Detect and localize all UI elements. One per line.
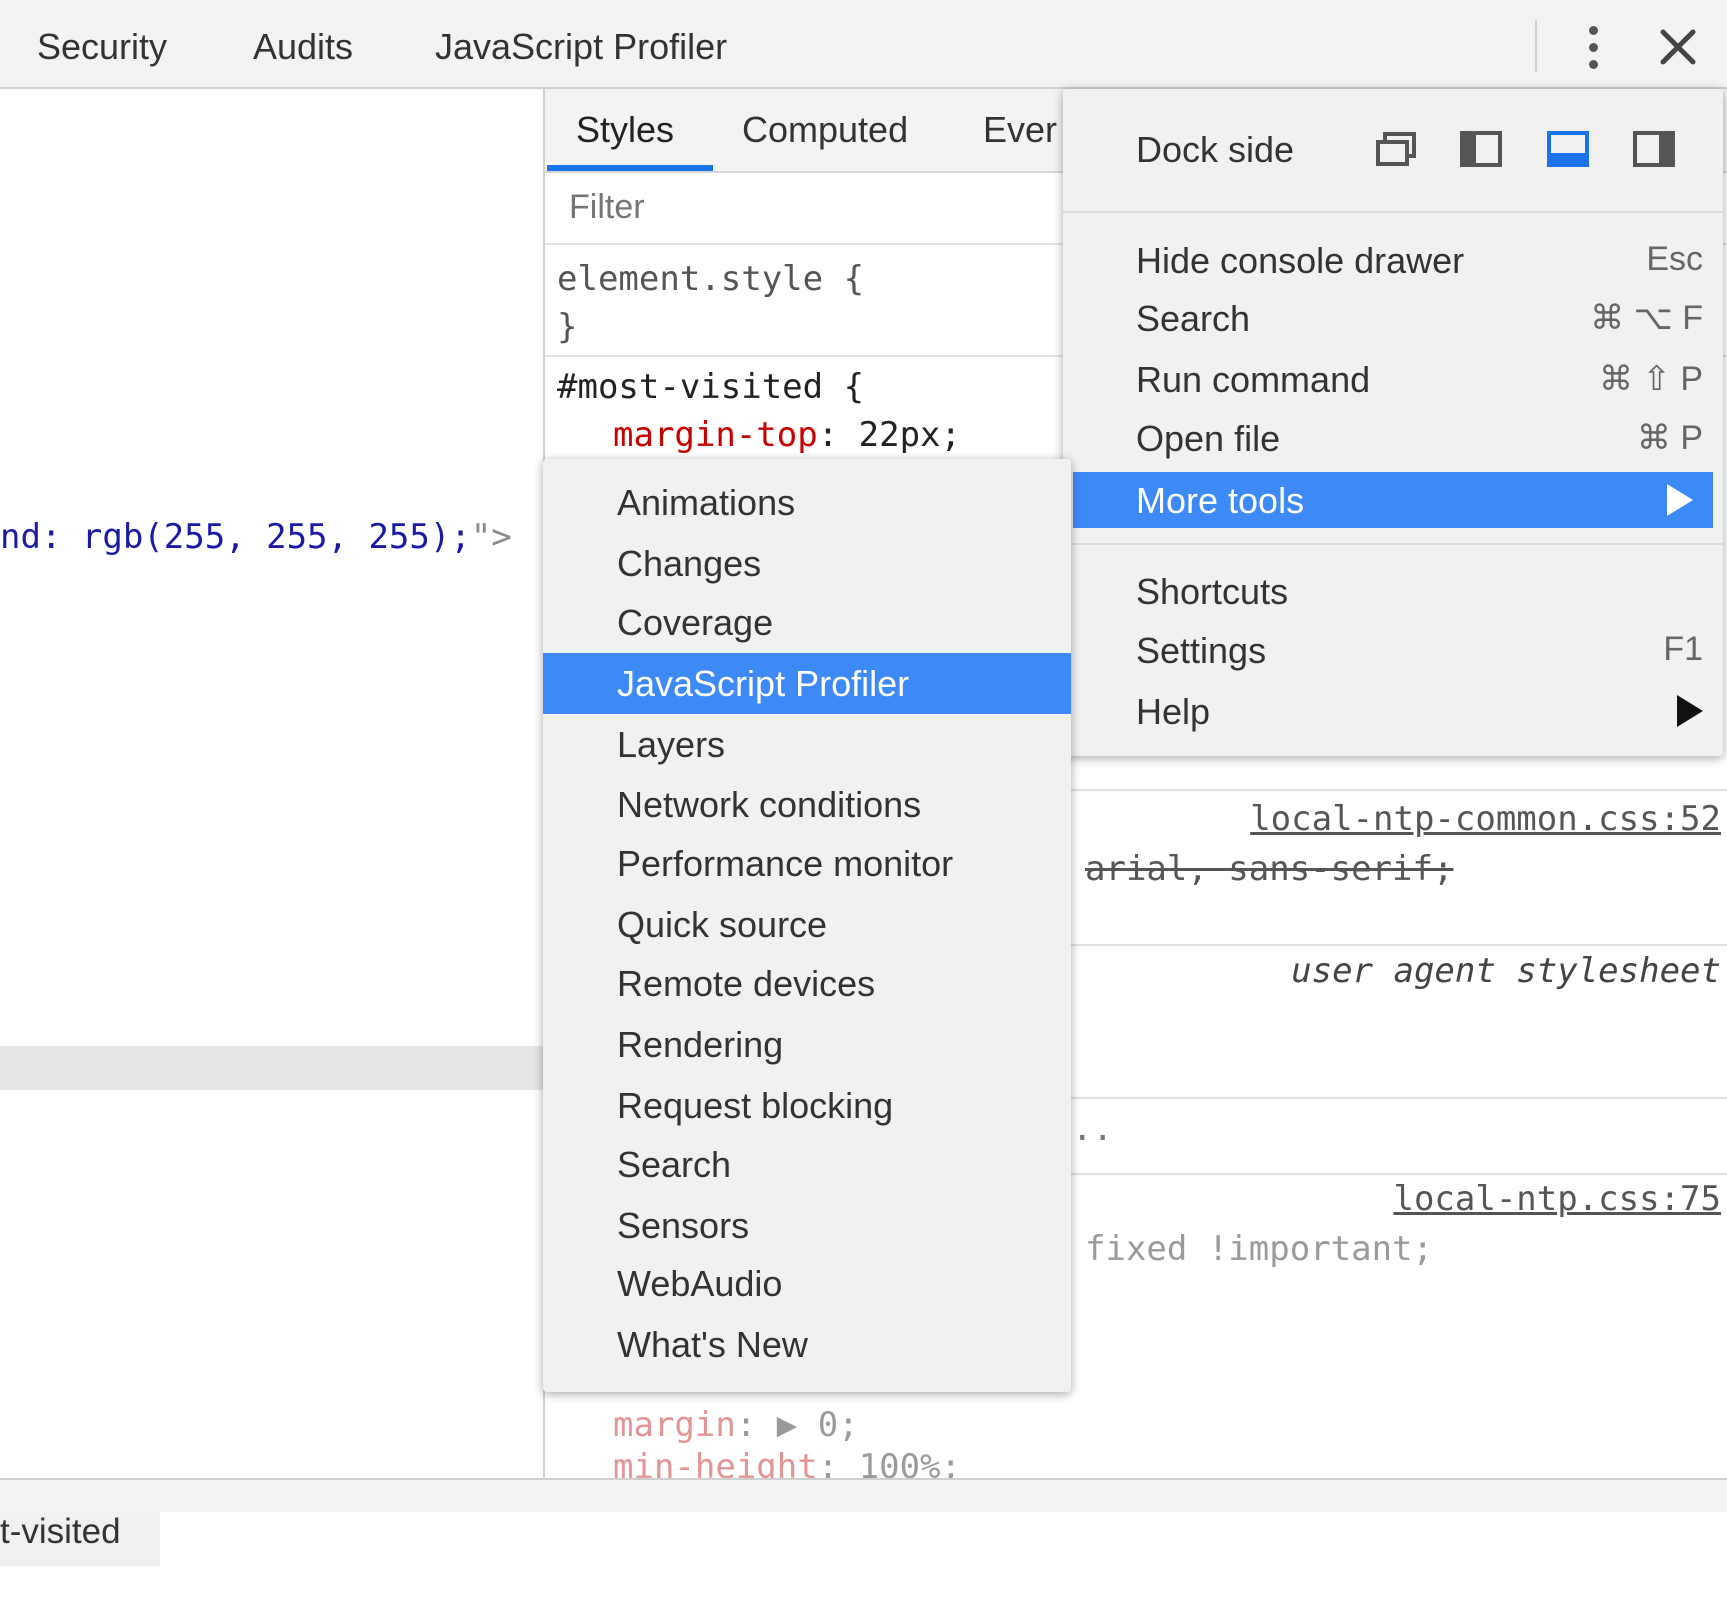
submenu-item-rendering[interactable]: Rendering — [543, 1014, 1071, 1075]
more-tools-submenu: Animations Changes Coverage JavaScript P… — [543, 459, 1071, 1392]
submenu-item-coverage[interactable]: Coverage — [543, 592, 1071, 653]
menu-item-settings[interactable]: Settings F1 — [1063, 622, 1723, 678]
submenu-item-animations[interactable]: Animations — [543, 472, 1071, 533]
tab-event-listeners[interactable]: Ever — [983, 109, 1057, 151]
submenu-item-label: Animations — [617, 482, 796, 523]
css-value: : 22px; — [817, 415, 961, 455]
menu-item-hide-console-drawer[interactable]: Hide console drawer Esc — [1063, 232, 1723, 288]
selected-node-highlight — [0, 1046, 543, 1090]
submenu-item-label: JavaScript Profiler — [617, 663, 910, 704]
submenu-item-label: Search — [617, 1144, 732, 1185]
css-property: margin-top — [613, 415, 818, 455]
menu-item-shortcut: ⌘ ⇧ P — [1598, 360, 1703, 398]
margin-declaration[interactable]: margin: ▶ 0; — [613, 1405, 859, 1445]
menu-item-label: Search — [1136, 298, 1251, 339]
active-tab-indicator — [547, 165, 713, 171]
dom-code-line[interactable]: nd: rgb(255, 255, 255);"> — [0, 517, 512, 557]
submenu-item-label: Quick source — [617, 904, 828, 945]
fixed-important-value[interactable]: fixed !important; — [1085, 1229, 1433, 1269]
menu-item-shortcut: Esc — [1646, 240, 1703, 278]
menu-separator — [1063, 211, 1723, 213]
dock-bottom-icon[interactable] — [1547, 131, 1589, 167]
ellipsis-text: .. — [1072, 1109, 1113, 1149]
source-link-common[interactable]: local-ntp-common.css:52 — [1250, 799, 1721, 839]
drawer-strip — [0, 1478, 1727, 1512]
submenu-item-request-blocking[interactable]: Request blocking — [543, 1075, 1071, 1136]
tab-audits[interactable]: Audits — [253, 26, 353, 68]
submenu-item-sensors[interactable]: Sensors — [543, 1195, 1071, 1256]
tab-styles[interactable]: Styles — [576, 109, 674, 151]
dock-right-icon[interactable] — [1633, 131, 1675, 167]
menu-item-label: Help — [1136, 691, 1211, 732]
elements-panel: nd: rgb(255, 255, 255);"> t-visited — [0, 89, 543, 1601]
customize-menu: Dock side Hide console drawer Esc Search… — [1063, 89, 1723, 756]
attr-quote-close: "> — [470, 517, 512, 557]
menu-item-shortcut: ⌘ P — [1636, 419, 1703, 457]
submenu-item-label: What's New — [617, 1324, 808, 1365]
submenu-item-label: WebAudio — [617, 1263, 783, 1304]
devtools-tab-bar: Security Audits JavaScript Profiler — [0, 0, 1727, 89]
submenu-item-label: Changes — [617, 543, 762, 584]
menu-item-search[interactable]: Search ⌘ ⌥ F — [1063, 290, 1723, 346]
dock-left-icon[interactable] — [1460, 131, 1502, 167]
user-agent-label: user agent stylesheet — [1291, 951, 1721, 991]
css-value: : ▶ 0; — [735, 1405, 859, 1445]
menu-item-open-file[interactable]: Open file ⌘ P — [1063, 410, 1723, 466]
submenu-item-label: Performance monitor — [617, 843, 954, 884]
menu-item-shortcut: ⌘ ⌥ F — [1590, 299, 1703, 337]
tab-javascript-profiler[interactable]: JavaScript Profiler — [435, 26, 727, 68]
menu-item-more-tools[interactable]: More tools — [1073, 472, 1713, 528]
submenu-item-label: Layers — [617, 724, 726, 765]
dock-side-label: Dock side — [1136, 129, 1295, 170]
element-style-close: } — [557, 307, 578, 347]
attr-value-text: nd: rgb(255, 255, 255); — [0, 517, 471, 557]
submenu-item-javascript-profiler[interactable]: JavaScript Profiler — [543, 653, 1071, 714]
submenu-item-search[interactable]: Search — [543, 1134, 1071, 1195]
menu-item-label: Hide console drawer — [1136, 240, 1465, 281]
css-declaration[interactable]: margin-top: 22px; — [613, 415, 961, 455]
menu-item-label: More tools — [1136, 480, 1305, 521]
submenu-item-label: Remote devices — [617, 963, 876, 1004]
submenu-item-webaudio[interactable]: WebAudio — [543, 1253, 1071, 1314]
filter-input[interactable] — [567, 187, 971, 228]
submenu-item-label: Rendering — [617, 1024, 784, 1065]
submenu-item-changes[interactable]: Changes — [543, 533, 1071, 594]
menu-item-shortcuts[interactable]: Shortcuts — [1063, 563, 1723, 619]
submenu-item-remote-devices[interactable]: Remote devices — [543, 953, 1071, 1014]
submenu-item-label: Sensors — [617, 1205, 750, 1246]
menu-item-label: Open file — [1136, 418, 1281, 459]
source-link-ntp[interactable]: local-ntp.css:75 — [1393, 1179, 1721, 1219]
menu-item-run-command[interactable]: Run command ⌘ ⇧ P — [1063, 351, 1723, 407]
submenu-item-quick-source[interactable]: Quick source — [543, 894, 1071, 955]
menu-item-help[interactable]: Help — [1063, 683, 1723, 739]
close-icon[interactable] — [1655, 24, 1701, 70]
menu-item-label: Settings — [1136, 630, 1267, 671]
submenu-item-performance-monitor[interactable]: Performance monitor — [543, 833, 1071, 894]
submenu-item-network-conditions[interactable]: Network conditions — [543, 774, 1071, 835]
menu-item-label: Shortcuts — [1136, 571, 1289, 612]
menu-item-shortcut: F1 — [1663, 630, 1703, 668]
element-style-selector[interactable]: element.style { — [557, 259, 864, 299]
submenu-item-label: Coverage — [617, 602, 774, 643]
menu-item-label: Run command — [1136, 359, 1371, 400]
overridden-font-value[interactable]: arial, sans-serif; — [1085, 849, 1453, 889]
submenu-item-whats-new[interactable]: What's New — [543, 1314, 1071, 1375]
submenu-arrow-icon — [1677, 695, 1703, 727]
tab-security[interactable]: Security — [37, 26, 167, 68]
submenu-arrow-icon — [1667, 484, 1693, 516]
submenu-item-label: Network conditions — [617, 784, 922, 825]
breadcrumb-label: t-visited — [0, 1512, 121, 1551]
kebab-vertical-icon[interactable] — [1578, 24, 1608, 72]
undock-icon[interactable] — [1375, 131, 1417, 167]
menu-separator — [1063, 543, 1723, 545]
submenu-item-label: Request blocking — [617, 1085, 894, 1126]
tab-computed[interactable]: Computed — [742, 109, 908, 151]
rule-selector[interactable]: #most-visited { — [557, 367, 864, 407]
css-property: margin — [613, 1405, 736, 1445]
toolbar-separator — [1535, 20, 1537, 72]
submenu-item-layers[interactable]: Layers — [543, 714, 1071, 775]
